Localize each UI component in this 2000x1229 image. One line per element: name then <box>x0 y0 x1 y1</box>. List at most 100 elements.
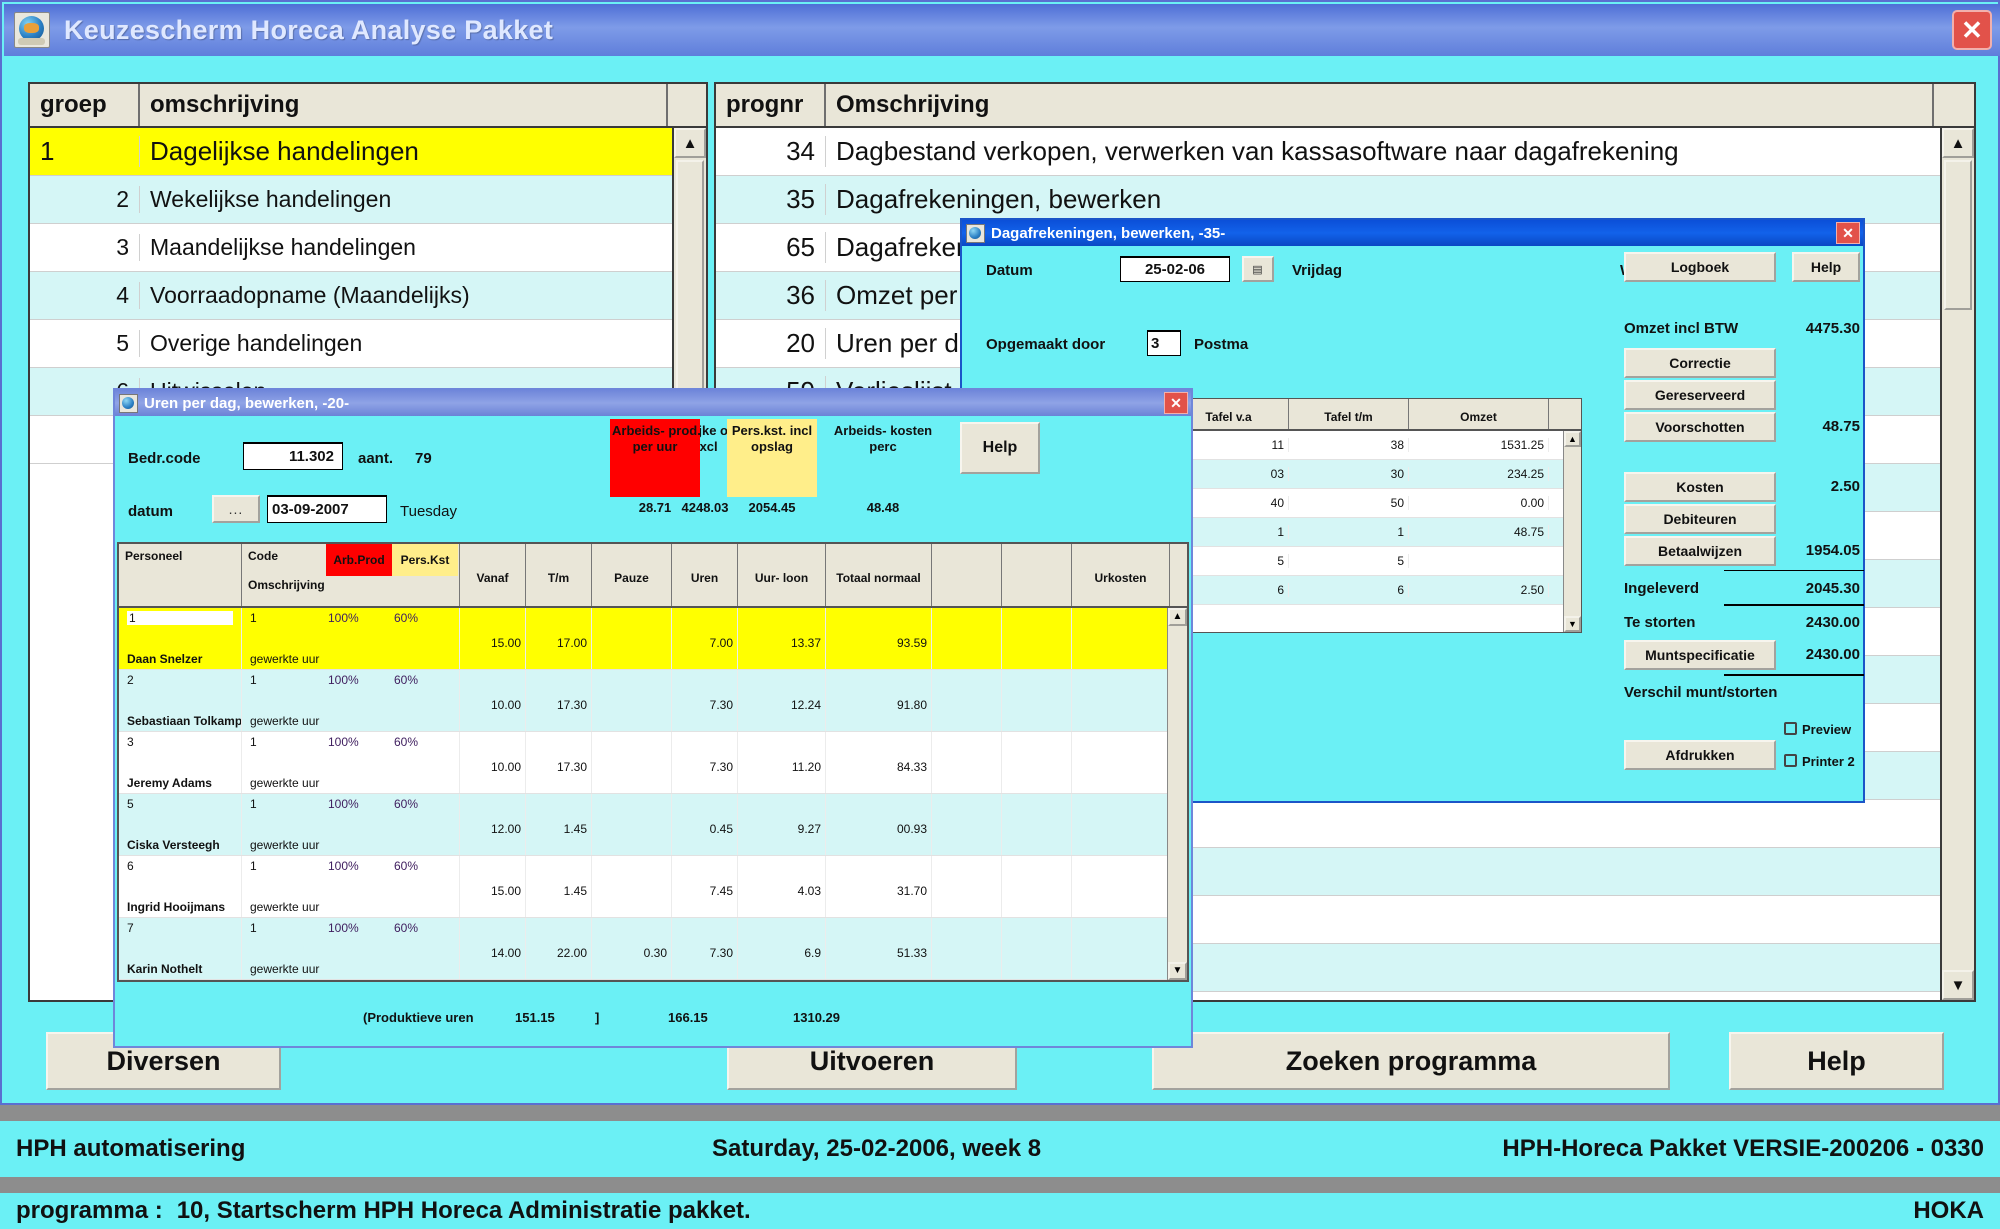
programs-col-omschrijving: Omschrijving <box>826 84 1934 126</box>
col-arbprod: Arb.Prod <box>326 544 392 576</box>
datum-label: Datum <box>986 262 1033 279</box>
produktieve-uren-value: 151.15 <box>515 1010 555 1025</box>
col-totaal-normaal: Totaal normaal <box>826 544 932 606</box>
personeel-table-scrollbar[interactable]: ▲ ▼ <box>1167 608 1187 980</box>
kpi-2-value: 2054.45 <box>748 500 796 515</box>
aantal-value: 79 <box>415 450 432 467</box>
col-perskst: Pers.Kst <box>392 544 458 576</box>
dag-help-button[interactable]: Help <box>1792 252 1860 282</box>
chevron-up-icon[interactable]: ▲ <box>1564 431 1581 447</box>
close-icon[interactable]: ✕ <box>1952 10 1992 50</box>
uren-help-button[interactable]: Help <box>960 422 1040 474</box>
help-button[interactable]: Help <box>1729 1032 1944 1090</box>
uren-datum-label: datum <box>128 503 173 520</box>
app-icon <box>966 223 985 243</box>
kosten-value: 2.50 <box>1830 478 1860 495</box>
chevron-down-icon[interactable]: ▼ <box>1942 970 1974 1000</box>
table-row[interactable]: 1 Dagelijkse handelingen <box>30 128 706 176</box>
logboek-button[interactable]: Logboek <box>1624 252 1776 282</box>
window-title: Keuzescherm Horeca Analyse Pakket <box>64 14 554 45</box>
opgemaakt-input[interactable]: 3 <box>1147 330 1181 356</box>
chevron-up-icon[interactable]: ▲ <box>674 128 706 158</box>
calendar-icon[interactable]: ▤ <box>1242 256 1274 282</box>
omzet-value: 4475.30 <box>1805 320 1860 337</box>
status-divider-1 <box>0 1105 2000 1121</box>
col-blank-2 <box>1002 544 1072 606</box>
globe-icon <box>14 12 50 48</box>
uren-weekday: Tuesday <box>400 503 457 520</box>
table-row[interactable]: 34 Dagbestand verkopen, verwerken van ka… <box>716 128 1974 176</box>
kpi-3-label-1: Arbeids- kosten <box>833 423 933 438</box>
te-storten-label: Te storten <box>1624 614 1696 631</box>
chevron-up-icon[interactable]: ▲ <box>1168 608 1187 626</box>
programs-grid-header: prognr Omschrijving <box>716 84 1974 128</box>
groups-grid-header: groep omschrijving <box>30 84 706 128</box>
table-row[interactable]: 6 Ingrid Hooijmans 1 gewerkte uur 100% 6… <box>119 856 1187 918</box>
zoeken-programma-button[interactable]: Zoeken programma <box>1152 1032 1670 1090</box>
table-row[interactable]: 7 Karin Nothelt 1 gewerkte uur 100% 60% … <box>119 918 1187 980</box>
scrollbar-thumb[interactable] <box>676 160 704 410</box>
datum-input[interactable]: 25-02-06 <box>1120 256 1230 282</box>
tafel-col-omzet: Omzet <box>1409 399 1549 429</box>
uren-datum-input[interactable]: 03-09-2007 <box>267 495 387 523</box>
chevron-up-icon[interactable]: ▲ <box>1942 128 1974 158</box>
divider <box>1724 570 1864 571</box>
chevron-down-icon[interactable]: ▼ <box>1564 616 1581 632</box>
bedrcode-input[interactable]: 11.302 <box>243 442 343 470</box>
table-row[interactable]: 4 Voorraadopname (Maandelijks) <box>30 272 706 320</box>
table-row[interactable]: 3 Maandelijkse handelingen <box>30 224 706 272</box>
app-icon <box>119 393 138 413</box>
col-pauze: Pauze <box>592 544 672 606</box>
programs-col-prognr: prognr <box>716 84 826 126</box>
programs-grid-scrollbar[interactable]: ▲ ▼ <box>1940 128 1974 1000</box>
table-row[interactable]: 5 Overige handelingen <box>30 320 706 368</box>
tafel-table-scrollbar[interactable]: ▲ ▼ <box>1563 431 1581 632</box>
personeel-table: Personeel Code Omschrijving Arb.Prod Per… <box>117 542 1189 982</box>
debiteuren-button[interactable]: Debiteuren <box>1624 504 1776 534</box>
program-label: programma : <box>16 1197 163 1224</box>
col-omschrijving: Omschrijving <box>248 578 325 592</box>
col-vanaf: Vanaf <box>460 544 526 606</box>
table-row[interactable]: 3 Jeremy Adams 1 gewerkte uur 100% 60% 1… <box>119 732 1187 794</box>
uren-dialog: Uren per dag, bewerken, -20- ✕ Bedr.code… <box>113 388 1193 1048</box>
close-icon[interactable]: ✕ <box>1164 392 1188 414</box>
correctie-button[interactable]: Correctie <box>1624 348 1776 378</box>
totaal-bedrag-value: 1310.29 <box>793 1010 840 1025</box>
ingeleverd-label: Ingeleverd <box>1624 580 1700 597</box>
verschil-label: Verschil munt/storten <box>1624 684 1778 701</box>
dagafrekeningen-titlebar: Dagafrekeningen, bewerken, -35- ✕ <box>962 220 1863 246</box>
printer2-checkbox[interactable] <box>1784 754 1797 767</box>
afdrukken-button[interactable]: Afdrukken <box>1624 740 1776 770</box>
divider <box>1724 604 1864 606</box>
scrollbar-thumb[interactable] <box>1944 160 1972 310</box>
bedrcode-label: Bedr.code <box>128 450 201 467</box>
uren-titlebar: Uren per dag, bewerken, -20- ✕ <box>115 390 1191 416</box>
printer2-label: Printer 2 <box>1802 754 1855 769</box>
col-code: Code Omschrijving Arb.Prod Pers.Kst <box>242 544 460 606</box>
groups-col-omschrijving: omschrijving <box>140 84 668 126</box>
table-row[interactable]: 1 Daan Snelzer 1 gewerkte uur 100% 60% 1… <box>119 608 1187 670</box>
produktieve-uren-label: (Produktieve uren <box>363 1010 474 1025</box>
kpi-1-label-2: per uur <box>632 439 678 454</box>
weekday-label: Vrijdag <box>1292 262 1343 279</box>
produktieve-uren-bracket: ] <box>595 1010 600 1025</box>
tafel-col-tm: Tafel t/m <box>1289 399 1409 429</box>
table-row[interactable]: 2 Sebastiaan Tolkamp 1 gewerkte uur 100%… <box>119 670 1187 732</box>
uren-title: Uren per dag, bewerken, -20- <box>144 394 350 412</box>
program-code: HOKA <box>1913 1197 1984 1224</box>
col-uren: Uren <box>672 544 738 606</box>
table-row[interactable]: 5 Ciska Versteegh 1 gewerkte uur 100% 60… <box>119 794 1187 856</box>
chevron-down-icon[interactable]: ▼ <box>1168 962 1187 980</box>
groups-col-spacer <box>668 84 706 126</box>
kpi-1-label-1: Arbeids- prod. <box>612 423 701 438</box>
gereserveerd-button[interactable]: Gereserveerd <box>1624 380 1776 410</box>
datum-picker-button[interactable]: ... <box>212 495 260 523</box>
col-uurloon: Uur- loon <box>738 544 826 606</box>
preview-checkbox[interactable] <box>1784 722 1797 735</box>
te-storten-value: 2430.00 <box>1805 614 1860 631</box>
col-urkosten: Urkosten <box>1072 544 1170 606</box>
table-row[interactable]: 35 Dagafrekeningen, bewerken <box>716 176 1974 224</box>
table-row[interactable]: 2 Wekelijkse handelingen <box>30 176 706 224</box>
close-icon[interactable]: ✕ <box>1836 222 1860 244</box>
status-divider-2 <box>0 1177 2000 1193</box>
